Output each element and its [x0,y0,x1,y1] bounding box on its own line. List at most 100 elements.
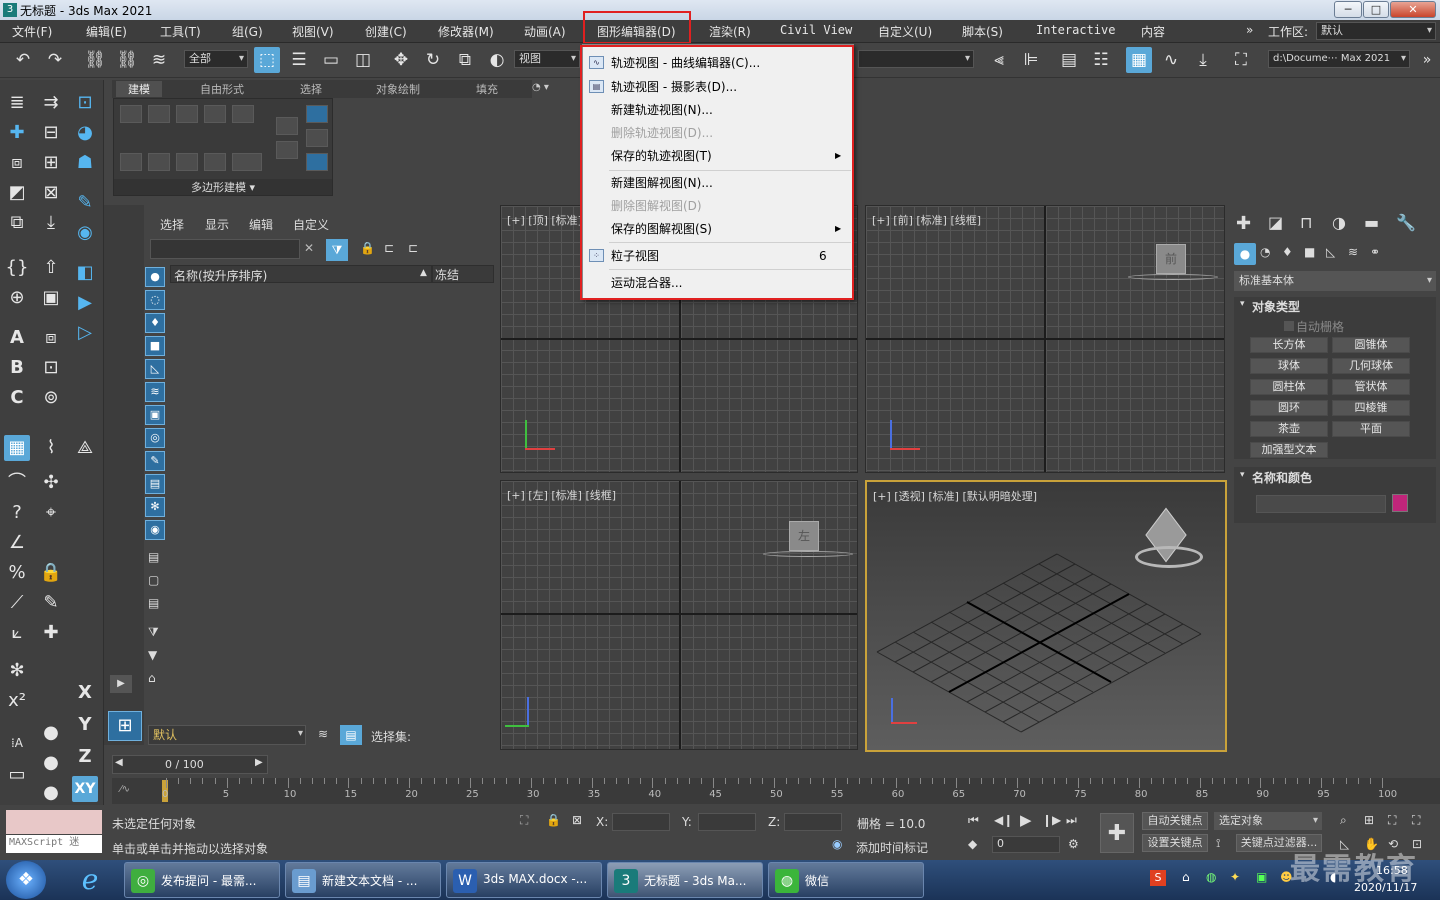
curve-toggle-icon[interactable]: ⁄∿ [120,784,130,795]
display-shapes-icon[interactable]: ◌ [145,290,165,310]
snap-2d-icon[interactable]: ? [4,500,30,526]
taskbar-item-notepad[interactable]: ▤ 新建文本文档 - ... [285,862,441,898]
plus-tool-icon[interactable]: ✚ [38,620,64,646]
scene-tab-edit[interactable]: 编辑 [249,216,273,233]
menu-tools[interactable]: 工具(T) [160,23,201,40]
display-hidden-icon[interactable]: ◉ [145,520,165,540]
layers-stack-icon[interactable]: ≋ [318,727,328,741]
redo-icon[interactable]: ↷ [42,47,68,73]
toggle-ribbon-icon[interactable]: ▦ [1126,47,1152,73]
material-editor-icon[interactable]: ⛶ [1228,47,1254,73]
taskbar-item-3dsmax[interactable]: 3 无标题 - 3ds Ma... [607,862,763,898]
polygon-mode-icon[interactable] [204,105,226,123]
grid-select-icon[interactable]: ▦ [4,435,30,461]
track-bar[interactable]: ⁄∿ 0 5 10 15 20 25 30 35 40 45 50 55 60 65 70 75 80 85 90 9… [112,778,1440,804]
project-path-dropdown[interactable]: d:\Docume⋯ Max 2021 [1268,50,1410,68]
align-icon[interactable]: ⊫ [1018,47,1044,73]
bone-icon[interactable]: ✣ [38,470,64,496]
snap-3d-icon[interactable]: ⌖ [38,500,64,526]
menu-edit[interactable]: 编辑(E) [86,23,127,40]
x-coord-field[interactable] [612,813,670,831]
hierarchy-icon[interactable]: ⟁ [72,435,98,461]
object-color-swatch[interactable] [1392,494,1408,512]
add-time-tag[interactable]: 添加时间标记 [856,839,928,856]
vertex-mode-icon[interactable] [120,105,142,123]
cameras-category-icon[interactable]: ■ [1304,245,1315,259]
graphite-4-icon[interactable] [306,129,328,147]
snowflake-icon[interactable]: ✻ [4,658,30,684]
hierarchy-tab-icon[interactable]: ⊓ [1300,213,1312,232]
brace-icon[interactable]: {} [4,255,30,281]
viewport-front[interactable]: [+] [前] [标准] [线框] 前 [865,205,1225,473]
circle-2-icon[interactable]: ● [38,750,64,776]
play-animation-icon[interactable]: ▶ [1020,811,1032,829]
clear-search-icon[interactable]: ✕ [304,241,314,255]
hide-layer-icon[interactable]: ⊞ [38,150,64,176]
viewport-perspective-label[interactable]: [+] [透视] [标准] [默认明暗处理] [873,488,1037,504]
fill-icon[interactable]: ▣ [38,285,64,311]
shapes-category-icon[interactable]: ◔ [1260,245,1270,259]
cone-button[interactable]: 圆锥体 [1332,337,1410,353]
y-coord-field[interactable] [698,813,756,831]
ribbon-tab-freeform[interactable]: 自由形式 [200,81,244,97]
graphite-2-icon[interactable] [276,141,298,159]
named-selection-dropdown[interactable] [858,50,974,68]
selection-set-icon[interactable]: ▤ [340,725,362,745]
graphite-1-icon[interactable] [276,117,298,135]
menu-create[interactable]: 创建(C) [365,23,407,40]
nvidia-tray-icon[interactable]: ▣ [1256,870,1267,884]
display-frozen-icon[interactable]: ✻ [145,497,165,517]
border-mode-icon[interactable] [176,105,198,123]
close-button[interactable]: ✕ [1390,1,1436,18]
lock-icon[interactable]: 🔒 [38,560,64,586]
menu-rendering[interactable]: 渲染(R) [709,23,751,40]
time-tag-icon[interactable]: ◉ [832,837,842,851]
object-type-header[interactable]: 对象类型 [1252,298,1300,315]
rollout-collapse-icon[interactable]: ▾ [1240,299,1245,309]
taskbar-item-wechat[interactable]: ◍ 微信 [768,862,924,898]
zoom-extents-all-icon[interactable]: ⛶ [1412,813,1420,828]
torus-button[interactable]: 圆环 [1250,400,1328,416]
network-tray-icon[interactable]: ⌂ [1182,870,1190,884]
geometry-category-icon[interactable]: ● [1234,243,1256,265]
viewcube[interactable]: 前 [1156,244,1186,274]
zoom-icon[interactable]: ⌕ [1340,813,1347,828]
menu-animation[interactable]: 动画(A) [524,23,566,40]
angle-snap-icon[interactable]: ∠ [4,530,30,556]
layer-dropdown-arrow-icon[interactable]: ▾ [298,728,303,739]
ribbon-tab-modeling[interactable]: 建模 [116,81,162,97]
autogrid-checkbox[interactable] [1284,321,1294,331]
box-button[interactable]: 长方体 [1250,337,1328,353]
select-by-name-icon[interactable]: ☰ [286,47,312,73]
spacewarps-category-icon[interactable]: ≋ [1348,245,1358,259]
preview-icon[interactable] [232,153,262,171]
menu-content[interactable]: 内容 [1141,23,1165,40]
display-bones-icon[interactable]: ✎ [145,451,165,471]
link-icon[interactable]: ⛓ [82,47,108,73]
set-key-button[interactable]: 设置关键点 [1142,834,1208,852]
show-end-icon[interactable] [204,153,226,171]
lights-category-icon[interactable]: ♦ [1282,245,1293,259]
prev-frame-icon[interactable]: ◀❙ [994,813,1013,827]
select-object-icon[interactable]: ⬚ [254,47,280,73]
viewport-front-label[interactable]: [+] [前] [标准] [线框] [872,212,981,228]
axis-xy-icon[interactable]: XY [72,776,98,802]
key-filter-icon[interactable]: ⟟ [1216,836,1220,851]
rotate-icon[interactable]: ↻ [420,47,446,73]
pen-icon[interactable]: ✎ [72,190,98,216]
save-state-icon[interactable]: ⊕ [4,285,30,311]
edge-mode-icon[interactable] [148,105,170,123]
display-lights-icon[interactable]: ♦ [145,313,165,333]
display-spacewarps-icon[interactable]: ≋ [145,382,165,402]
axis-y-icon[interactable]: Y [72,712,98,738]
menu-interactive[interactable]: Interactive [1036,23,1115,37]
move-icon[interactable]: ✥ [388,47,414,73]
layer-explorer-icon[interactable]: ☷ [1088,47,1114,73]
create-layer-icon[interactable]: ⇉ [38,90,64,116]
object-name-input[interactable] [1256,495,1386,513]
window-crossing-icon[interactable]: ◫ [350,47,376,73]
viewport-left-label[interactable]: [+] [左] [标准] [线框] [507,487,616,503]
column-freeze-header[interactable]: 冻结 [432,265,494,283]
reference-coordinate-dropdown[interactable]: 视图 [514,50,580,68]
ribbon-tab-object-paint[interactable]: 对象绘制 [376,81,420,97]
